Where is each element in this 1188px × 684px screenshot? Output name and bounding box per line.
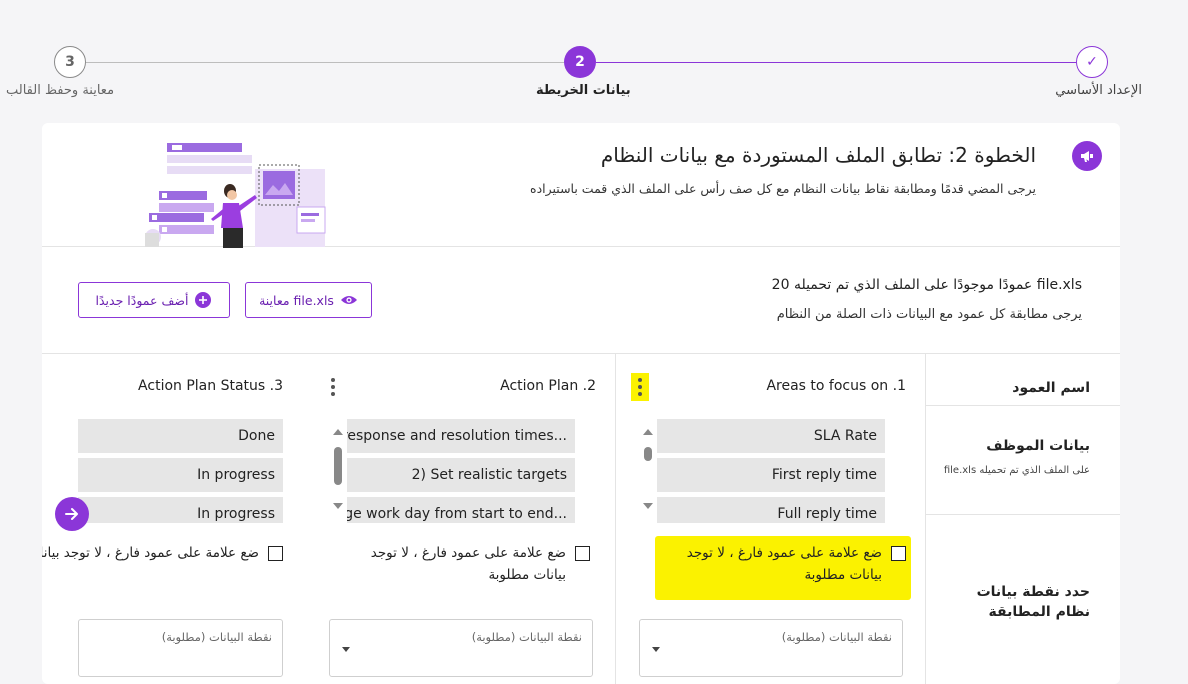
list-item[interactable]: 3- ge work day from start to end...	[347, 497, 575, 523]
preview-file-button[interactable]: معاينة file.xls	[245, 282, 372, 318]
data-point-select[interactable]: نقطة البيانات (مطلوبة)	[78, 619, 283, 677]
column-title: Areas to focus on .1	[766, 378, 906, 394]
eye-icon	[340, 296, 357, 304]
column-values-list[interactable]: 1) response and resolution times... 2) S…	[330, 419, 575, 523]
row-divider	[926, 514, 1120, 515]
plus-circle-icon	[195, 292, 212, 308]
empty-column-option[interactable]: ضع علامة على عمود فارغ ، لا توجد بيانات …	[42, 534, 283, 594]
mapping-column-2: Action Plan .2 1) response and resolutio…	[316, 354, 606, 684]
scroll-next-button[interactable]	[55, 497, 89, 531]
row-labels: اسم العمود بيانات الموظف على الملف الذي …	[926, 354, 1120, 684]
megaphone-icon	[1072, 141, 1102, 171]
mapping-card: الخطوة 2: تطابق الملف المستوردة مع بيانا…	[42, 123, 1120, 684]
empty-column-label: ضع علامة على عمود فارغ ، لا توجد بيانات …	[42, 545, 259, 561]
scroll-up-icon[interactable]	[333, 429, 343, 435]
scroll-up-icon[interactable]	[643, 429, 653, 435]
list-item[interactable]: Full reply time	[657, 497, 885, 523]
list-item[interactable]: In progress	[78, 497, 283, 523]
list-scrollbar[interactable]	[640, 419, 656, 523]
scroll-down-icon[interactable]	[643, 503, 653, 509]
list-scrollbar[interactable]	[330, 419, 346, 523]
list-item[interactable]: 1) response and resolution times...	[347, 419, 575, 453]
scroll-down-icon[interactable]	[333, 503, 343, 509]
row-divider	[926, 405, 1120, 406]
step-3-label: معاينة وحفظ القالب	[6, 83, 115, 98]
add-column-label: أضف عمودًا جديدًا	[95, 292, 189, 308]
column-values-list[interactable]: SLA Rate First reply time Full reply tim…	[640, 419, 885, 523]
empty-column-checkbox[interactable]	[891, 546, 906, 561]
empty-column-checkbox[interactable]	[575, 546, 590, 561]
scroll-thumb[interactable]	[334, 447, 342, 485]
scroll-thumb[interactable]	[644, 447, 652, 461]
mapping-instruction: يرجى مطابقة كل عمود مع البيانات ذات الصل…	[776, 307, 1082, 322]
empty-column-label: ضع علامة على عمود فارغ ، لا توجد بيانات …	[370, 545, 566, 583]
column-divider-1	[615, 353, 616, 684]
list-item[interactable]: Done	[78, 419, 283, 453]
kebab-menu-icon[interactable]	[327, 376, 339, 398]
page-description: يرجى المضي قدمًا ومطابقة نقاط بيانات الن…	[530, 181, 1036, 196]
column-values-list[interactable]: Done In progress In progress	[62, 419, 283, 523]
arrow-right-icon	[65, 508, 78, 520]
list-item[interactable]: First reply time	[657, 458, 885, 492]
step-3-circle[interactable]: 3	[54, 46, 86, 78]
file-column-count: 20 عمودًا موجودًا على الملف الذي تم تحمي…	[771, 277, 1082, 293]
step-1-check-icon[interactable]: ✓	[1076, 46, 1108, 78]
chevron-down-icon	[652, 647, 660, 652]
empty-column-option[interactable]: ضع علامة على عمود فارغ ، لا توجد بيانات …	[336, 534, 590, 594]
row-label-system-point: حدد نقطة بيانات نظام المطابقة	[976, 584, 1090, 620]
select-placeholder: نقطة البيانات (مطلوبة)	[471, 630, 582, 644]
list-item[interactable]: In progress	[78, 458, 283, 492]
mapping-column-1: Areas to focus on .1 SLA Rate First repl…	[626, 354, 916, 684]
stepper-line-done	[596, 62, 1076, 63]
row-label-employee-data: بيانات الموظف	[986, 438, 1090, 454]
data-point-select[interactable]: نقطة البيانات (مطلوبة)	[639, 619, 903, 677]
add-column-button[interactable]: أضف عمودًا جديدًا	[78, 282, 230, 318]
stepper-line-pending	[86, 62, 564, 63]
column-title: Action Plan Status .3	[138, 378, 283, 394]
list-item[interactable]: SLA Rate	[657, 419, 885, 453]
stepper: ✓ 2 3 الإعداد الأساسي بيانات الخريطة معا…	[0, 0, 1188, 110]
page-title: الخطوة 2: تطابق الملف المستوردة مع بيانا…	[600, 143, 1036, 167]
kebab-menu-icon[interactable]	[634, 376, 646, 398]
data-mapping-illustration	[145, 143, 326, 248]
list-item[interactable]: 2) Set realistic targets	[347, 458, 575, 492]
step-1-label: الإعداد الأساسي	[1055, 83, 1142, 98]
select-placeholder: نقطة البيانات (مطلوبة)	[161, 630, 272, 644]
step-2-label: بيانات الخريطة	[536, 83, 631, 98]
empty-column-label: ضع علامة على عمود فارغ ، لا توجد بيانات …	[686, 545, 882, 583]
row-label-column-name: اسم العمود	[1012, 380, 1090, 396]
chevron-down-icon	[342, 647, 350, 652]
step-2-circle[interactable]: 2	[564, 46, 596, 78]
select-placeholder: نقطة البيانات (مطلوبة)	[781, 630, 892, 644]
empty-column-option[interactable]: ضع علامة على عمود فارغ ، لا توجد بيانات …	[652, 534, 906, 594]
row-label-employee-data-sub: على الملف الذي تم تحميله file.xls	[943, 465, 1090, 476]
preview-button-label: معاينة file.xls	[259, 292, 334, 308]
column-title: Action Plan .2	[500, 378, 596, 394]
card-header: الخطوة 2: تطابق الملف المستوردة مع بيانا…	[42, 123, 1120, 248]
empty-column-checkbox[interactable]	[268, 546, 283, 561]
data-point-select[interactable]: نقطة البيانات (مطلوبة)	[329, 619, 593, 677]
